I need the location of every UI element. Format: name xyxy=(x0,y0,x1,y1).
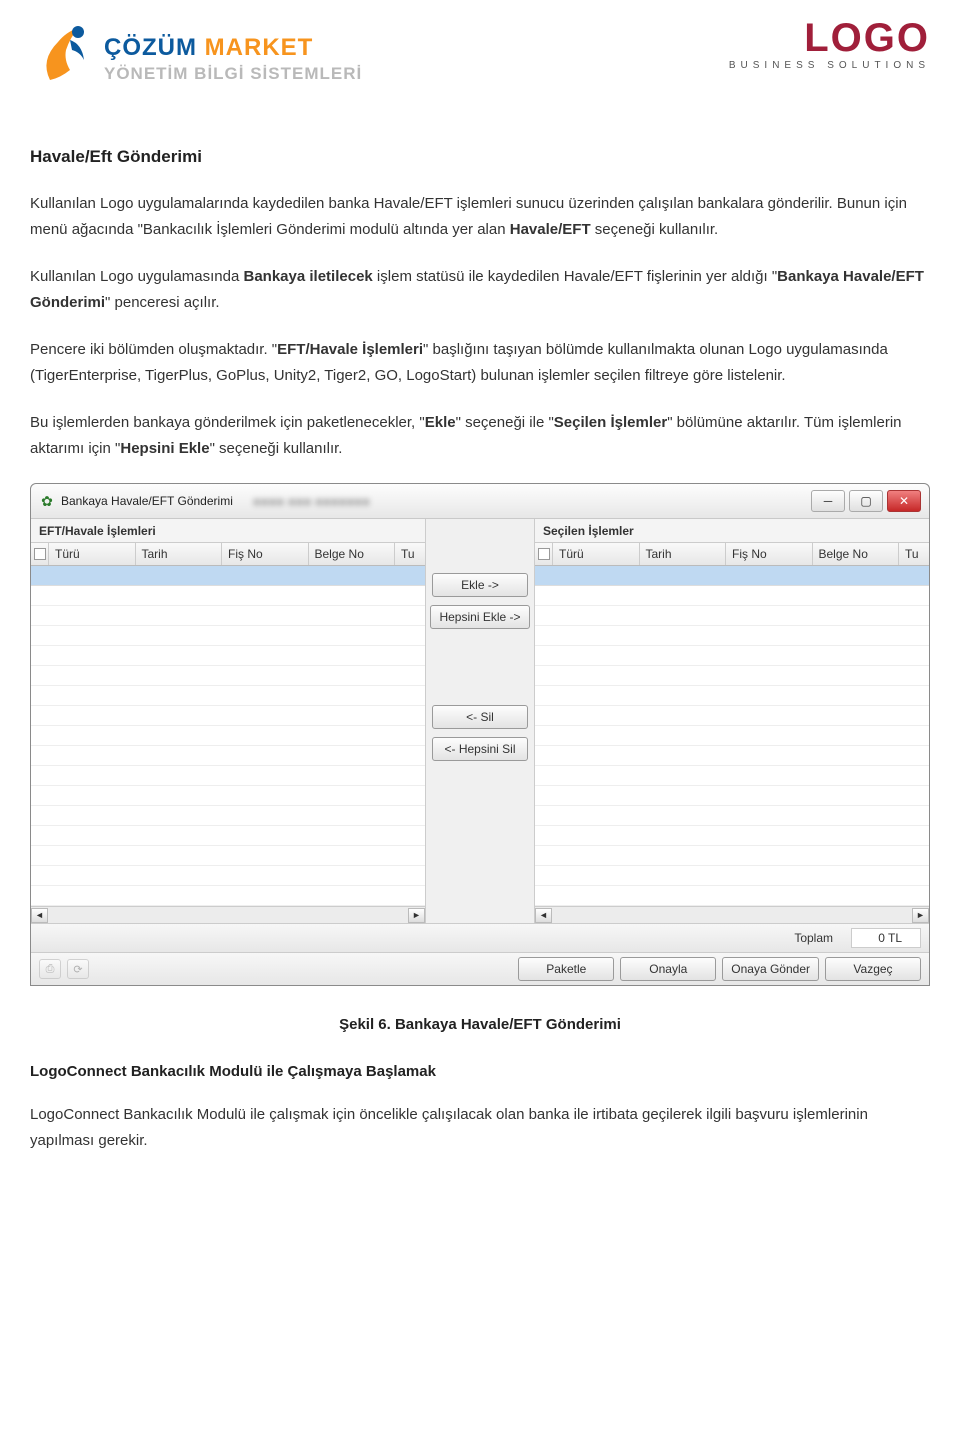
totals-row: Toplam 0 TL xyxy=(31,923,929,952)
titlebar[interactable]: ✿ Bankaya Havale/EFT Gönderimi ■■■■ ■■■ … xyxy=(31,484,929,519)
scroll-right-icon-r[interactable]: ► xyxy=(912,908,929,923)
cozum-title: ÇÖZÜM MARKET xyxy=(104,34,362,62)
p2-b: işlem statüsü ile kaydedilen Havale/EFT … xyxy=(373,268,777,285)
p1-tail: seçeneği kullanılır. xyxy=(591,221,719,238)
paketle-button[interactable]: Paketle xyxy=(518,957,614,981)
grid-selected-row-r[interactable] xyxy=(535,566,929,586)
section-heading: LogoConnect Bankacılık Modulü ile Çalışm… xyxy=(30,1063,930,1080)
p4-bold-1: Ekle xyxy=(425,414,456,431)
totals-label: Toplam xyxy=(794,931,833,945)
p3-bold-1: EFT/Havale İşlemleri xyxy=(277,341,423,358)
paragraph-3: Pencere iki bölümden oluşmaktadır. "EFT/… xyxy=(30,337,930,388)
scroll-right-icon[interactable]: ► xyxy=(408,908,425,923)
app-icon: ✿ xyxy=(39,493,55,509)
right-hscroll[interactable]: ◄ ► xyxy=(535,906,929,923)
p1-text: Kullanılan Logo uygulamalarında kaydedil… xyxy=(30,195,907,238)
onayla-button[interactable]: Onayla xyxy=(620,957,716,981)
p2-a: Kullanılan Logo uygulamasında xyxy=(30,268,244,285)
p4-d: " seçeneği kullanılır. xyxy=(210,440,343,457)
onaya-gonder-label: Onaya Gönder xyxy=(731,962,810,976)
ekle-button[interactable]: Ekle -> xyxy=(432,573,528,597)
transfer-buttons: Ekle -> Hepsini Ekle -> <- Sil <- Hepsin… xyxy=(425,519,535,923)
title-part-orange: MARKET xyxy=(205,34,314,61)
p3-a: Pencere iki bölümden oluşmaktadır. " xyxy=(30,341,277,358)
p2-c: " penceresi açılır. xyxy=(105,294,220,311)
col-tu[interactable]: Tu xyxy=(395,543,425,565)
sil-button[interactable]: <- Sil xyxy=(432,705,528,729)
left-column-headers: Türü Tarih Fiş No Belge No Tu xyxy=(31,543,425,566)
left-grid[interactable] xyxy=(31,566,425,906)
paragraph-2: Kullanılan Logo uygulamasında Bankaya il… xyxy=(30,264,930,315)
cozum-icon xyxy=(30,20,94,97)
paragraph-1: Kullanılan Logo uygulamalarında kaydedil… xyxy=(30,191,930,242)
paragraph-4: Bu işlemlerden bankaya gönderilmek için … xyxy=(30,410,930,461)
p1-bold-1: Havale/EFT xyxy=(510,221,591,238)
hepsini-sil-label: <- Hepsini Sil xyxy=(444,742,515,756)
col-tarih[interactable]: Tarih xyxy=(136,543,223,565)
col-belgeno-r[interactable]: Belge No xyxy=(813,543,900,565)
col-tarih-r[interactable]: Tarih xyxy=(640,543,727,565)
logo-brand: LOGO xyxy=(729,20,930,56)
section-paragraph: LogoConnect Bankacılık Modulü ile çalışm… xyxy=(30,1102,930,1153)
ekle-label: Ekle -> xyxy=(461,578,499,592)
title-part-blue: ÇÖZÜM xyxy=(104,34,205,61)
onayla-label: Onayla xyxy=(649,962,687,976)
minimize-button[interactable]: ─ xyxy=(811,490,845,512)
col-turu[interactable]: Türü xyxy=(49,543,136,565)
row-picker[interactable] xyxy=(31,543,49,565)
totals-value: 0 TL xyxy=(851,928,921,948)
p4-b: " seçeneği ile " xyxy=(456,414,554,431)
row-picker-right[interactable] xyxy=(535,543,553,565)
action-row: ⎙ ⟳ Paketle Onayla Onaya Gönder Vazgeç xyxy=(31,952,929,985)
paketle-label: Paketle xyxy=(546,962,586,976)
p2-bold-1: Bankaya iletilecek xyxy=(244,268,373,285)
hepsini-ekle-label: Hepsini Ekle -> xyxy=(439,610,520,624)
doc-title: Havale/Eft Gönderimi xyxy=(30,147,930,167)
vazgec-label: Vazgeç xyxy=(853,962,892,976)
p4-a: Bu işlemlerden bankaya gönderilmek için … xyxy=(30,414,425,431)
scroll-left-icon-r[interactable]: ◄ xyxy=(535,908,552,923)
p4-bold-3: Hepsini Ekle xyxy=(120,440,209,457)
left-hscroll[interactable]: ◄ ► xyxy=(31,906,425,923)
titlebar-blur-text: ■■■■ ■■■ ■■■■■■■ xyxy=(253,494,370,509)
onaya-gonder-button[interactable]: Onaya Gönder xyxy=(722,957,819,981)
scroll-left-icon[interactable]: ◄ xyxy=(31,908,48,923)
right-column-headers: Türü Tarih Fiş No Belge No Tu xyxy=(535,543,929,566)
page-header: ÇÖZÜM MARKET YÖNETİM BİLGİ SİSTEMLERİ LO… xyxy=(30,20,930,97)
havale-eft-window: ✿ Bankaya Havale/EFT Gönderimi ■■■■ ■■■ … xyxy=(30,483,930,986)
cozum-subtitle: YÖNETİM BİLGİ SİSTEMLERİ xyxy=(104,64,362,84)
p4-bold-2: Seçilen İşlemler xyxy=(554,414,667,431)
left-pane: EFT/Havale İşlemleri Türü Tarih Fiş No B… xyxy=(31,519,425,923)
figure-caption: Şekil 6. Bankaya Havale/EFT Gönderimi xyxy=(30,1016,930,1033)
export-icon[interactable]: ⎙ xyxy=(39,959,61,979)
col-fisno-r[interactable]: Fiş No xyxy=(726,543,813,565)
close-button[interactable]: ✕ xyxy=(887,490,921,512)
window-title: Bankaya Havale/EFT Gönderimi xyxy=(61,494,233,508)
right-pane: Seçilen İşlemler Türü Tarih Fiş No Belge… xyxy=(535,519,929,923)
col-belgeno[interactable]: Belge No xyxy=(309,543,396,565)
maximize-button[interactable]: ▢ xyxy=(849,490,883,512)
left-pane-header: EFT/Havale İşlemleri xyxy=(31,519,425,543)
logo-logo-business: LOGO BUSINESS SOLUTIONS xyxy=(729,20,930,71)
col-tu-r[interactable]: Tu xyxy=(899,543,929,565)
hepsini-ekle-button[interactable]: Hepsini Ekle -> xyxy=(430,605,529,629)
vazgec-button[interactable]: Vazgeç xyxy=(825,957,921,981)
logo-tagline: BUSINESS SOLUTIONS xyxy=(729,60,930,71)
col-turu-r[interactable]: Türü xyxy=(553,543,640,565)
logo-cozum-market: ÇÖZÜM MARKET YÖNETİM BİLGİ SİSTEMLERİ xyxy=(30,20,362,97)
refresh-icon[interactable]: ⟳ xyxy=(67,959,89,979)
col-fisno[interactable]: Fiş No xyxy=(222,543,309,565)
grid-selected-row[interactable] xyxy=(31,566,425,586)
sil-label: <- Sil xyxy=(466,710,494,724)
right-grid[interactable] xyxy=(535,566,929,906)
right-pane-header: Seçilen İşlemler xyxy=(535,519,929,543)
hepsini-sil-button[interactable]: <- Hepsini Sil xyxy=(432,737,528,761)
